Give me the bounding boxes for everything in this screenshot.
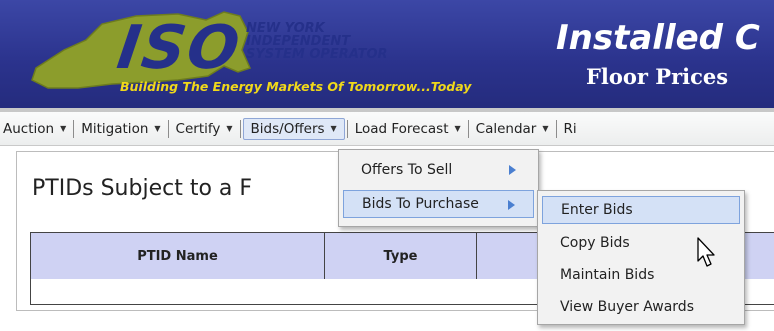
chevron-down-icon: ▼ — [226, 124, 233, 133]
mouse-pointer-icon — [697, 237, 715, 267]
main-menu-bar: Auction ▼ Mitigation ▼ Certify ▼ Bids/Of… — [0, 112, 774, 146]
menu-mitigation[interactable]: Mitigation ▼ — [74, 118, 167, 140]
menu-label: Mitigation — [81, 120, 149, 137]
app-title: Installed C — [556, 18, 760, 58]
app-subtitle: Floor Prices — [586, 64, 729, 89]
menu-item-label: Bids To Purchase — [362, 196, 479, 212]
bids-offers-dropdown: Offers To Sell Bids To Purchase — [338, 149, 539, 227]
tagline: Building The Energy Markets Of Tomorrow.… — [120, 79, 472, 94]
menu-load-forecast[interactable]: Load Forecast ▼ — [348, 118, 468, 140]
menu-item-bids-to-purchase[interactable]: Bids To Purchase — [343, 190, 534, 218]
menu-label: Auction — [3, 120, 55, 137]
menu-truncated[interactable]: Ri — [557, 118, 584, 140]
menu-item-label: Copy Bids — [560, 235, 630, 251]
chevron-down-icon: ▼ — [60, 124, 67, 133]
menu-item-offers-to-sell[interactable]: Offers To Sell — [343, 156, 534, 184]
menu-separator — [239, 119, 241, 138]
submenu-arrow-icon — [508, 200, 515, 210]
menu-label: Certify — [175, 120, 221, 137]
menu-label: Calendar — [475, 120, 537, 137]
chevron-down-icon: ▼ — [154, 124, 161, 133]
menu-auction[interactable]: Auction ▼ — [0, 118, 73, 140]
menu-item-view-buyer-awards[interactable]: View Buyer Awards — [542, 293, 740, 321]
menu-item-enter-bids[interactable]: Enter Bids — [542, 196, 740, 224]
menu-item-label: Enter Bids — [561, 202, 633, 218]
menu-calendar[interactable]: Calendar ▼ — [469, 118, 556, 140]
menu-certify[interactable]: Certify ▼ — [169, 118, 240, 140]
page-title: PTIDs Subject to a F — [32, 176, 253, 201]
menu-bids-offers[interactable]: Bids/Offers ▼ — [242, 117, 345, 140]
menu-item-label: Maintain Bids — [560, 267, 655, 283]
menu-label: Bids/Offers — [250, 120, 325, 137]
menu-label: Load Forecast — [354, 120, 449, 137]
submenu-arrow-icon — [509, 165, 516, 175]
chevron-down-icon: ▼ — [330, 124, 337, 133]
iso-logo-text: ISO — [113, 13, 246, 83]
menu-label: Ri — [563, 120, 577, 137]
column-header-type[interactable]: Type — [325, 233, 477, 279]
org-name-line-3: SYSTEM OPERATOR — [246, 47, 388, 62]
menu-item-label: View Buyer Awards — [560, 299, 694, 315]
menu-item-label: Offers To Sell — [361, 162, 453, 178]
chevron-down-icon: ▼ — [542, 124, 549, 133]
header-banner: ISO NEW YORK INDEPENDENT SYSTEM OPERATOR… — [0, 0, 774, 112]
column-header-ptid-name[interactable]: PTID Name — [31, 233, 325, 279]
chevron-down-icon: ▼ — [454, 124, 461, 133]
